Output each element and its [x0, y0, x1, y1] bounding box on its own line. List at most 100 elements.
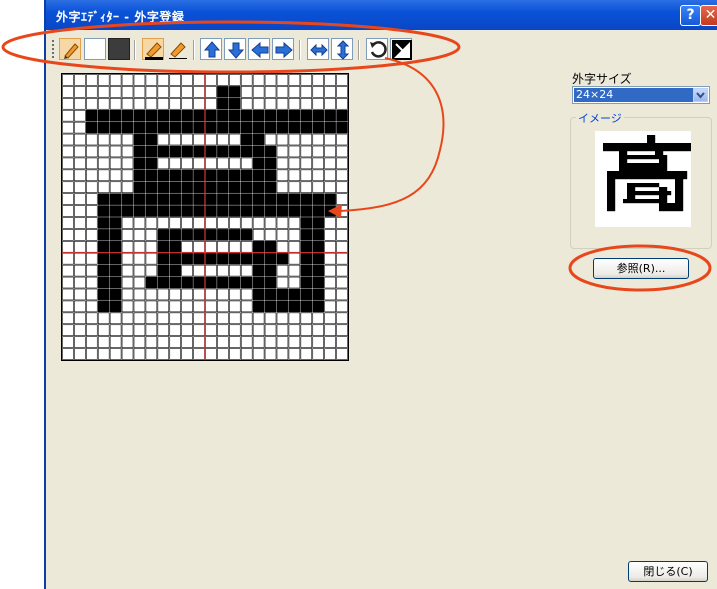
grid-cell[interactable]: [157, 121, 170, 134]
grid-cell[interactable]: [300, 336, 313, 348]
grid-cell[interactable]: [324, 336, 336, 348]
grid-cell[interactable]: [133, 74, 146, 86]
grid-cell[interactable]: [312, 300, 324, 313]
grid-cell[interactable]: [181, 312, 193, 325]
grid-cell[interactable]: [300, 157, 313, 170]
grid-cell[interactable]: [74, 264, 86, 277]
grid-cell[interactable]: [181, 169, 193, 182]
grid-cell[interactable]: [181, 241, 193, 253]
grid-cell[interactable]: [121, 264, 134, 277]
flip-horizontal-icon[interactable]: [307, 38, 329, 60]
grid-cell[interactable]: [121, 276, 134, 289]
grid-cell[interactable]: [336, 109, 348, 122]
grid-cell[interactable]: [97, 109, 110, 122]
grid-cell[interactable]: [133, 264, 146, 277]
grid-cell[interactable]: [169, 86, 181, 98]
grid-cell[interactable]: [74, 312, 86, 325]
grid-cell[interactable]: [74, 217, 86, 229]
grid-cell[interactable]: [205, 109, 217, 122]
grid-cell[interactable]: [252, 241, 265, 253]
grid-cell[interactable]: [205, 133, 217, 146]
grid-cell[interactable]: [336, 181, 348, 193]
grid-cell[interactable]: [252, 109, 265, 122]
grid-cell[interactable]: [133, 157, 146, 170]
grid-cell[interactable]: [145, 145, 158, 158]
grid-cell[interactable]: [217, 229, 229, 241]
grid-cell[interactable]: [86, 205, 98, 217]
grid-cell[interactable]: [121, 205, 134, 217]
grid-cell[interactable]: [193, 145, 205, 158]
chevron-down-icon[interactable]: [693, 88, 708, 102]
size-select[interactable]: 24×24: [572, 86, 710, 104]
pencil-icon[interactable]: [59, 38, 81, 60]
grid-cell[interactable]: [193, 133, 205, 146]
grid-cell[interactable]: [217, 205, 229, 217]
grid-cell[interactable]: [240, 86, 253, 98]
grid-cell[interactable]: [217, 181, 229, 193]
grid-cell[interactable]: [324, 74, 336, 86]
grid-cell[interactable]: [229, 86, 241, 98]
grid-cell[interactable]: [312, 181, 324, 193]
grid-cell[interactable]: [252, 336, 265, 348]
grid-cell[interactable]: [145, 348, 158, 360]
grid-cell[interactable]: [229, 348, 241, 360]
grid-cell[interactable]: [86, 157, 98, 170]
grid-cell[interactable]: [109, 157, 122, 170]
grid-cell[interactable]: [97, 348, 110, 360]
grid-cell[interactable]: [157, 157, 170, 170]
grid-cell[interactable]: [288, 98, 301, 110]
grid-cell[interactable]: [264, 133, 277, 146]
grid-cell[interactable]: [229, 312, 241, 325]
grid-cell[interactable]: [229, 157, 241, 170]
grid-cell[interactable]: [300, 229, 313, 241]
grid-cell[interactable]: [252, 133, 265, 146]
grid-cell[interactable]: [133, 121, 146, 134]
flip-vertical-icon[interactable]: [331, 38, 353, 60]
grid-cell[interactable]: [169, 193, 181, 205]
grid-cell[interactable]: [264, 121, 277, 134]
grid-cell[interactable]: [62, 109, 74, 122]
grid-cell[interactable]: [288, 133, 301, 146]
grid-cell[interactable]: [276, 241, 289, 253]
grid-cell[interactable]: [229, 145, 241, 158]
grid-cell[interactable]: [181, 74, 193, 86]
grid-cell[interactable]: [252, 181, 265, 193]
grid-cell[interactable]: [300, 205, 313, 217]
grid-cell[interactable]: [276, 205, 289, 217]
grid-cell[interactable]: [240, 109, 253, 122]
grid-cell[interactable]: [229, 241, 241, 253]
grid-cell[interactable]: [336, 336, 348, 348]
grid-cell[interactable]: [62, 121, 74, 134]
grid-cell[interactable]: [205, 121, 217, 134]
grid-cell[interactable]: [217, 98, 229, 110]
grid-cell[interactable]: [312, 252, 324, 265]
grid-cell[interactable]: [86, 98, 98, 110]
grid-cell[interactable]: [97, 157, 110, 170]
grid-cell[interactable]: [288, 109, 301, 122]
grid-cell[interactable]: [324, 288, 336, 301]
grid-cell[interactable]: [252, 169, 265, 182]
grid-cell[interactable]: [252, 300, 265, 313]
grid-cell[interactable]: [264, 98, 277, 110]
grid-cell[interactable]: [300, 133, 313, 146]
grid-cell[interactable]: [229, 205, 241, 217]
grid-cell[interactable]: [145, 312, 158, 325]
grid-cell[interactable]: [193, 241, 205, 253]
grid-cell[interactable]: [240, 324, 253, 336]
grid-cell[interactable]: [193, 86, 205, 98]
grid-cell[interactable]: [133, 169, 146, 182]
grid-cell[interactable]: [240, 169, 253, 182]
grid-cell[interactable]: [252, 145, 265, 158]
grid-cell[interactable]: [252, 217, 265, 229]
grid-cell[interactable]: [169, 324, 181, 336]
grid-cell[interactable]: [312, 157, 324, 170]
grid-cell[interactable]: [217, 252, 229, 265]
grid-cell[interactable]: [252, 276, 265, 289]
grid-cell[interactable]: [300, 86, 313, 98]
grid-cell[interactable]: [288, 300, 301, 313]
grid-cell[interactable]: [324, 312, 336, 325]
grid-cell[interactable]: [169, 300, 181, 313]
grid-cell[interactable]: [300, 324, 313, 336]
grid-cell[interactable]: [97, 205, 110, 217]
grid-cell[interactable]: [181, 86, 193, 98]
